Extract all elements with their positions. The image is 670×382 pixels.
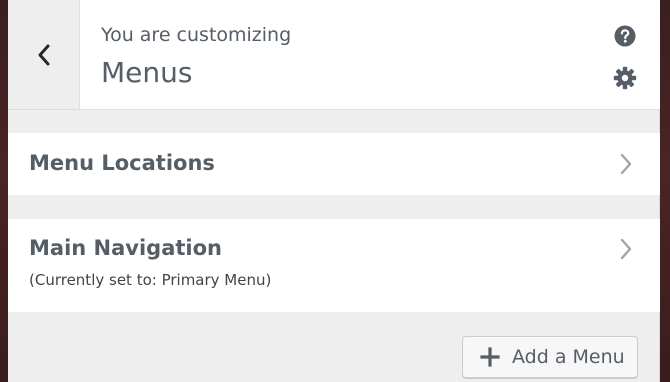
back-button[interactable] <box>8 0 80 109</box>
help-icon[interactable] <box>614 25 636 47</box>
plus-icon <box>480 347 500 367</box>
section-description: (Currently set to: Primary Menu) <box>29 271 272 289</box>
panel-header: You are customizing Menus <box>8 0 660 110</box>
page-title: Menus <box>101 56 193 89</box>
gear-icon[interactable] <box>613 66 637 90</box>
customizer-panel: You are customizing Menus Menu Locations <box>8 0 660 382</box>
chevron-right-icon <box>620 238 632 260</box>
section-title: Menu Locations <box>29 151 215 175</box>
chevron-left-icon <box>38 44 49 65</box>
chevron-right-icon <box>620 153 632 175</box>
customizing-label: You are customizing <box>101 24 292 46</box>
add-menu-button[interactable]: Add a Menu <box>462 336 638 378</box>
section-menu-locations[interactable]: Menu Locations <box>8 133 660 195</box>
section-title: Main Navigation <box>29 236 222 260</box>
section-main-navigation[interactable]: Main Navigation (Currently set to: Prima… <box>8 219 660 312</box>
add-menu-label: Add a Menu <box>512 346 625 368</box>
